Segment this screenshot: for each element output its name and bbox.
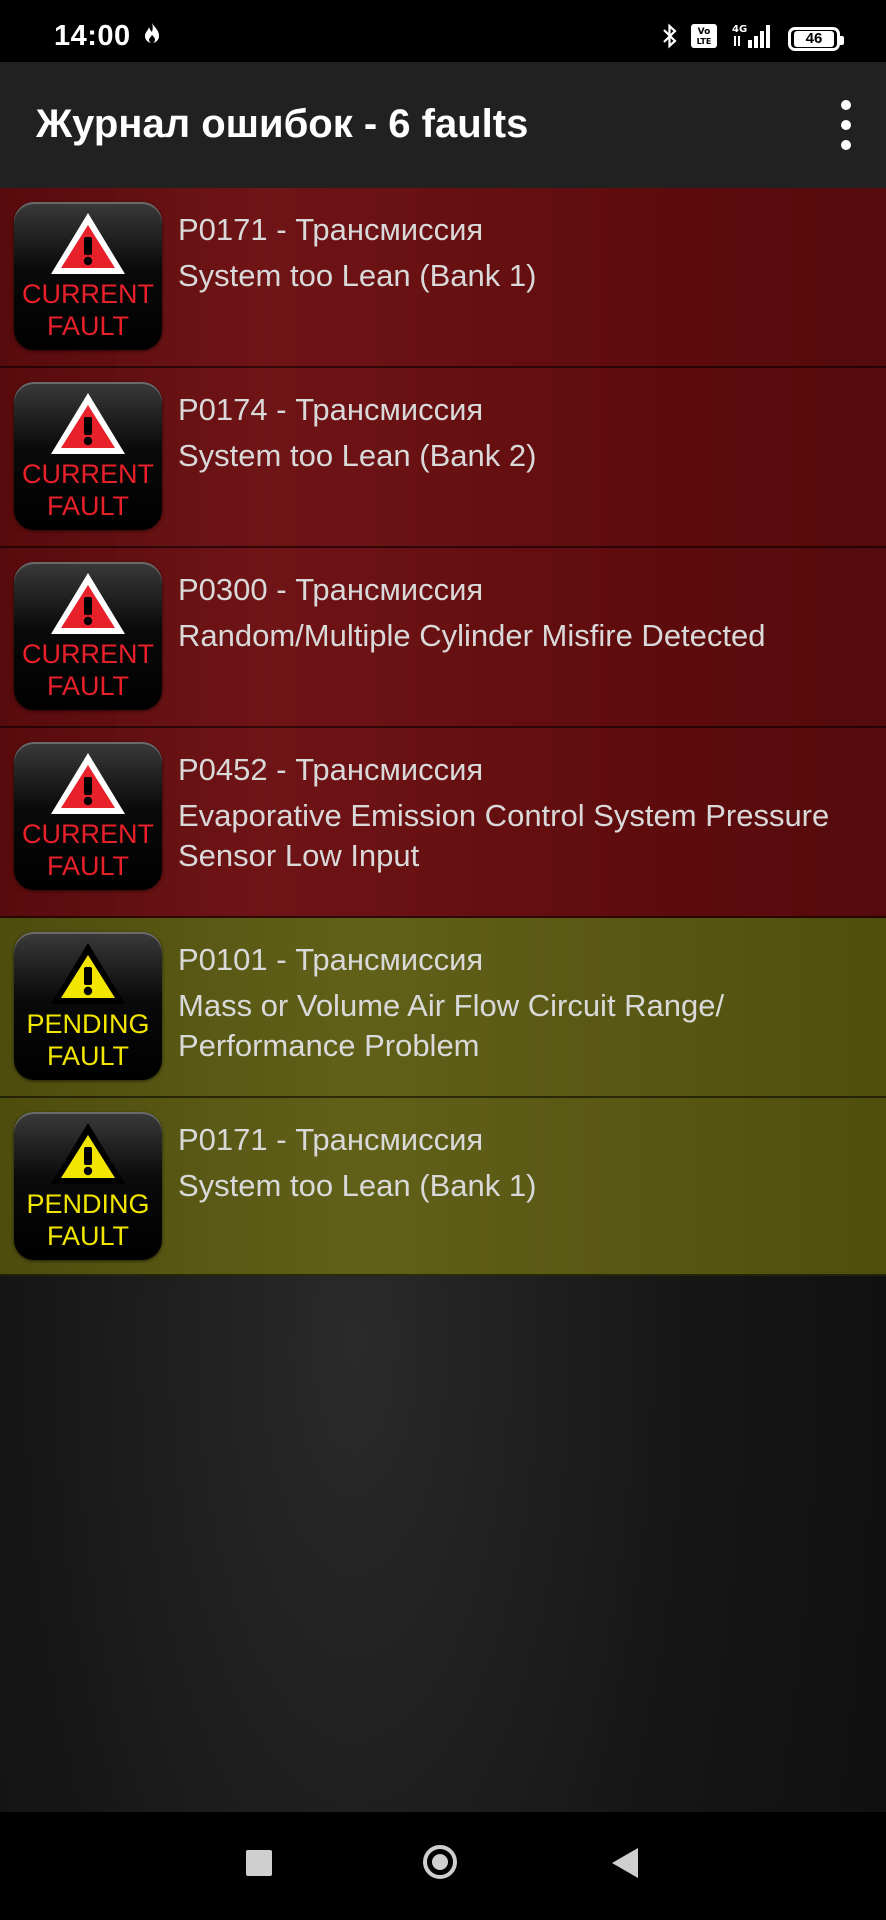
warning-triangle-icon <box>51 753 125 814</box>
more-vert-icon[interactable] <box>828 100 864 150</box>
svg-text:LTE: LTE <box>697 37 712 46</box>
fault-row[interactable]: CURRENT FAULT P0300 - Трансмиссия Random… <box>0 548 886 728</box>
warning-triangle-icon <box>51 1123 125 1184</box>
fault-badge: CURRENT FAULT <box>14 202 162 350</box>
fault-row[interactable]: PENDING FAULT P0171 - Трансмиссия System… <box>0 1098 886 1276</box>
fault-row[interactable]: PENDING FAULT P0101 - Трансмиссия Mass o… <box>0 918 886 1098</box>
fault-text: P0300 - Трансмиссия Random/Multiple Cyli… <box>178 570 866 656</box>
fault-description: Evaporative Emission Control System Pres… <box>178 798 830 873</box>
fault-description: System too Lean (Bank 1) <box>178 1168 537 1203</box>
battery-level: 46 <box>794 30 834 47</box>
fault-text: P0171 - Трансмиссия System too Lean (Ban… <box>178 1120 866 1206</box>
status-time: 14:00 <box>54 20 131 52</box>
status-bar: 14:00 Vo LTE 4G 46 <box>0 0 886 62</box>
fault-code: P0101 - Трансмиссия <box>178 942 484 977</box>
badge-line2: FAULT <box>46 491 129 521</box>
back-button[interactable] <box>612 1848 638 1878</box>
fault-text: P0171 - Трансмиссия System too Lean (Ban… <box>178 210 866 296</box>
badge-line2: FAULT <box>46 1221 129 1251</box>
badge-line1: PENDING <box>26 1189 150 1219</box>
badge-line2: FAULT <box>46 851 129 881</box>
bluetooth-icon <box>662 23 678 54</box>
screen: 14:00 Vo LTE 4G 46 Журнал ошибок - 6 fau… <box>0 0 886 1920</box>
navigation-bar <box>0 1812 886 1920</box>
recent-apps-button[interactable] <box>246 1850 272 1876</box>
fault-row[interactable]: CURRENT FAULT P0174 - Трансмиссия System… <box>0 368 886 548</box>
badge-line1: CURRENT <box>22 279 154 309</box>
fault-text: P0174 - Трансмиссия System too Lean (Ban… <box>178 390 866 476</box>
badge-line1: PENDING <box>26 1009 150 1039</box>
fault-code: P0452 - Трансмиссия <box>178 752 484 787</box>
fault-row[interactable]: CURRENT FAULT P0452 - Трансмиссия Evapor… <box>0 728 886 918</box>
badge-line1: CURRENT <box>22 639 154 669</box>
fault-list: CURRENT FAULT P0171 - Трансмиссия System… <box>0 188 886 1276</box>
status-icons: Vo LTE 4G 46 <box>662 22 844 55</box>
badge-line1: CURRENT <box>22 459 154 489</box>
warning-triangle-icon <box>51 213 125 274</box>
warning-triangle-icon <box>51 573 125 634</box>
flame-icon <box>142 22 162 51</box>
fault-code: P0171 - Трансмиссия <box>178 1122 484 1157</box>
badge-line1: CURRENT <box>22 819 154 849</box>
fault-code: P0300 - Трансмиссия <box>178 572 484 607</box>
svg-text:Vo: Vo <box>698 27 711 37</box>
home-button[interactable] <box>423 1845 457 1879</box>
fault-description: Random/Multiple Cylinder Misfire Detecte… <box>178 618 766 653</box>
fault-badge: CURRENT FAULT <box>14 742 162 890</box>
fault-description: System too Lean (Bank 1) <box>178 258 537 293</box>
fault-badge: CURRENT FAULT <box>14 382 162 530</box>
fault-text: P0452 - Трансмиссия Evaporative Emission… <box>178 750 866 876</box>
signal-icon: 4G <box>730 22 776 55</box>
fault-description: System too Lean (Bank 2) <box>178 438 537 473</box>
fault-row[interactable]: CURRENT FAULT P0171 - Трансмиссия System… <box>0 188 886 368</box>
badge-line2: FAULT <box>46 1041 129 1071</box>
network-type: 4G <box>732 24 747 35</box>
volte-icon: Vo LTE <box>690 23 718 54</box>
battery-icon: 46 <box>788 26 844 51</box>
page-title: Журнал ошибок - 6 faults <box>36 102 529 146</box>
fault-code: P0174 - Трансмиссия <box>178 392 484 427</box>
badge-line2: FAULT <box>46 311 129 341</box>
badge-line2: FAULT <box>46 671 129 701</box>
warning-triangle-icon <box>51 943 125 1004</box>
fault-code: P0171 - Трансмиссия <box>178 212 484 247</box>
fault-badge: PENDING FAULT <box>14 932 162 1080</box>
fault-description: Mass or Volume Air Flow Circuit Range/ P… <box>178 988 725 1063</box>
fault-badge: CURRENT FAULT <box>14 562 162 710</box>
fault-badge: PENDING FAULT <box>14 1112 162 1260</box>
app-bar: Журнал ошибок - 6 faults <box>0 62 886 188</box>
fault-text: P0101 - Трансмиссия Mass or Volume Air F… <box>178 940 866 1066</box>
warning-triangle-icon <box>51 393 125 454</box>
